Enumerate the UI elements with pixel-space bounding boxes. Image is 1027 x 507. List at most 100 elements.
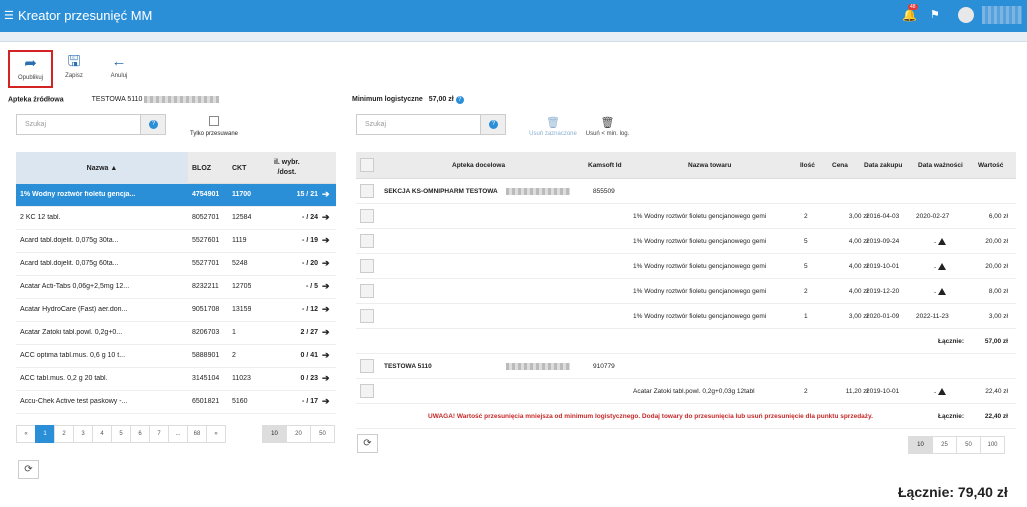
product-name: 1% Wodny roztwór fioletu gencjanowego ge… [633,238,767,245]
selected-qty: - / 12 [302,306,318,313]
warning-icon [938,388,947,395]
avatar[interactable] [958,7,974,23]
table-row[interactable]: Accu-Chek Active test paskowy -... 650182… [16,391,336,414]
page-button[interactable]: 68 [187,425,207,443]
right-refresh-button[interactable]: ⟳ [357,434,378,453]
row-checkbox[interactable] [360,234,374,248]
column-price: Cena [832,162,848,169]
row-checkbox[interactable] [360,384,374,398]
table-row[interactable]: ACC tabl.mus. 0,2 g 20 tabl. 3145104 11023… [16,368,336,391]
value: 22,40 zł [985,388,1008,395]
arrow-right-icon[interactable]: ➔ [322,212,330,223]
left-help-button[interactable]: ? [140,115,165,134]
cancel-button[interactable]: ← Anuluj [101,54,137,80]
row-checkbox[interactable] [360,209,374,223]
hamburger-menu-icon[interactable]: ☰ [4,9,14,22]
column-name[interactable]: Nazwa ▲ [16,152,188,184]
only-moved-checkbox[interactable] [209,116,219,126]
page-button[interactable]: 20 [286,425,311,443]
table-row[interactable]: Acatar Zatoki tabl.powl. 0,2g+0... 820670… [16,322,336,345]
table-row[interactable]: ACC optima tabl.mus. 0,6 g 10 t... 588890… [16,345,336,368]
expiry-date-value: - [934,289,937,296]
flag-icon[interactable]: ⚑ [930,8,940,21]
arrow-right-icon[interactable]: ➔ [322,327,330,338]
ckt-value: 12584 [232,214,252,221]
page-button[interactable]: 50 [956,436,981,454]
expiry-date: - [934,388,947,396]
selected-qty: 2 / 27 [300,329,318,336]
page-button[interactable]: 4 [92,425,112,443]
table-row[interactable]: Acard tabl.dojelit. 0,075g 60ta... 552770… [16,253,336,276]
page-button[interactable]: 25 [932,436,957,454]
page-button[interactable]: ... [168,425,188,443]
group-checkbox[interactable] [360,184,374,198]
arrow-right-icon[interactable]: ➔ [322,373,330,384]
user-name-blurred[interactable] [982,6,1022,24]
arrow-right-icon[interactable]: ➔ [322,304,330,315]
source-value: TESTOWA 5110 [91,96,143,104]
total-value: 22,40 zł [984,413,1008,420]
remove-below-min-button[interactable]: 🗑 Usuń < min. log. [580,116,635,137]
quantity: 5 [804,238,808,245]
row-checkbox[interactable] [360,284,374,298]
page-button[interactable]: » [206,425,226,443]
ckt-value: 13159 [232,306,252,313]
page-button[interactable]: 5 [111,425,131,443]
left-search-input[interactable]: Szukaj ? [16,114,166,135]
table-row: 1% Wodny roztwór fioletu gencjanowego ge… [356,229,1016,254]
purchase-date: 2020-01-09 [866,313,900,320]
help-icon: ? [149,120,158,129]
product-name: 1% Wodny roztwór fioletu gencjanowego ge… [633,288,767,295]
page-button[interactable]: 50 [310,425,335,443]
expiry-date-value: 2020-02-27 [916,213,950,220]
arrow-right-icon[interactable]: ➔ [322,350,330,361]
right-search-input[interactable]: Szukaj ? [356,114,506,135]
bell-icon[interactable]: 🔔 [902,8,917,22]
bloz-value: 8206703 [192,329,220,336]
column-ckt[interactable]: CKT [232,152,246,184]
group-checkbox[interactable] [360,359,374,373]
page-button[interactable]: 6 [130,425,150,443]
arrow-right-icon[interactable]: ➔ [322,281,330,292]
ckt-value: 5160 [232,398,248,405]
page-button[interactable]: 10 [908,436,933,454]
left-refresh-button[interactable]: ⟳ [18,460,39,479]
page-button[interactable]: 7 [149,425,169,443]
row-checkbox[interactable] [360,259,374,273]
page-button[interactable]: « [16,425,36,443]
table-row[interactable]: Acatar HydroCare (Fast) aer.don... 905170… [16,299,336,322]
select-all-checkbox[interactable] [360,158,374,172]
column-qty[interactable]: il. wybr. /dost. [274,152,300,184]
help-icon[interactable]: ? [455,96,464,104]
page-button[interactable]: 100 [980,436,1005,454]
remove-selected-button[interactable]: 🗑 Usuń zaznaczone [528,116,578,137]
right-help-button[interactable]: ? [480,115,505,134]
arrow-right-icon[interactable]: ➔ [322,235,330,246]
purchase-date: 2019-12-20 [866,288,900,295]
page-button[interactable]: 3 [73,425,93,443]
publish-button[interactable]: ➦ Opublikuj [8,50,53,88]
table-row: 1% Wodny roztwór fioletu gencjanowego ge… [356,279,1016,304]
price: 3,00 zł [848,313,868,320]
price: 4,00 zł [848,263,868,270]
table-row[interactable]: Acatar Acti-Tabs 0,06g+2,5mg 12... 823221… [16,276,336,299]
table-row[interactable]: 1% Wodny roztwór fioletu gencja... 475490… [16,184,336,207]
table-row[interactable]: Acard tabl.dojelit. 0,075g 30ta... 552760… [16,230,336,253]
product-name: Acatar HydroCare (Fast) aer.don... [20,306,128,313]
share-arrow-icon: ➦ [24,55,37,72]
expiry-date-value: - [934,239,937,246]
arrow-right-icon[interactable]: ➔ [322,258,330,269]
expiry-date: - [934,288,947,296]
page-button[interactable]: 2 [54,425,74,443]
table-row[interactable]: 2 KC 12 tabl. 8052701 12584 - / 24 ➔ [16,207,336,230]
quantity: 1 [804,313,808,320]
value: 6,00 zł [988,213,1008,220]
arrow-right-icon[interactable]: ➔ [322,189,330,200]
arrow-right-icon[interactable]: ➔ [322,396,330,407]
page-button[interactable]: 1 [35,425,55,443]
row-checkbox[interactable] [360,309,374,323]
save-button[interactable]: 🖫 Zapisz [56,54,92,80]
target-pharmacy-name: TESTOWA 5110 [384,363,432,370]
column-bloz[interactable]: BLOZ [192,152,211,184]
page-button[interactable]: 10 [262,425,287,443]
